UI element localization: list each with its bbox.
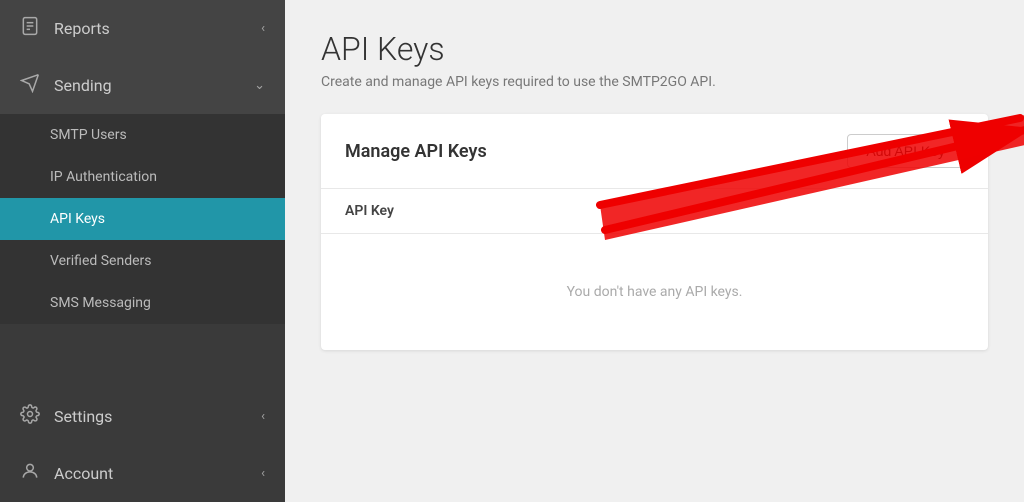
- sidebar-item-sending[interactable]: Sending ⌄: [0, 57, 285, 114]
- api-key-column-header: API Key: [345, 203, 394, 219]
- smtp-users-label: SMTP Users: [50, 127, 127, 143]
- sidebar-sending-label: Sending: [54, 76, 112, 95]
- sidebar-settings-label: Settings: [54, 407, 112, 426]
- sidebar-account-label: Account: [54, 464, 113, 483]
- sidebar-item-ip-authentication[interactable]: IP Authentication: [0, 156, 285, 198]
- table-header: API Key: [321, 189, 988, 234]
- account-icon: [20, 461, 40, 486]
- sidebar-item-sms-messaging[interactable]: SMS Messaging: [0, 282, 285, 324]
- sidebar-reports-label: Reports: [54, 19, 110, 38]
- sms-messaging-label: SMS Messaging: [50, 295, 151, 311]
- empty-message: You don't have any API keys.: [321, 234, 988, 350]
- sidebar: Reports ‹ Sending ⌄ SMTP Users IP Authen…: [0, 0, 285, 502]
- account-chevron: ‹: [261, 466, 265, 481]
- settings-icon: [20, 404, 40, 429]
- page-title: API Keys: [321, 30, 988, 68]
- verified-senders-label: Verified Senders: [50, 253, 152, 269]
- api-keys-card: Manage API Keys Add API Key API Key You …: [321, 114, 988, 350]
- reports-chevron: ‹: [261, 21, 265, 36]
- main-content: API Keys Create and manage API keys requ…: [285, 0, 1024, 502]
- sidebar-bottom: Settings ‹ Account ‹: [0, 388, 285, 502]
- sidebar-item-account[interactable]: Account ‹: [0, 445, 285, 502]
- card-header: Manage API Keys Add API Key: [321, 114, 988, 189]
- sidebar-item-settings[interactable]: Settings ‹: [0, 388, 285, 445]
- card-header-title: Manage API Keys: [345, 141, 487, 162]
- sidebar-item-reports[interactable]: Reports ‹: [0, 0, 285, 57]
- page-subtitle: Create and manage API keys required to u…: [321, 74, 988, 90]
- settings-chevron: ‹: [261, 409, 265, 424]
- sending-icon: [20, 73, 40, 98]
- sidebar-sending-subitems: SMTP Users IP Authentication API Keys Ve…: [0, 114, 285, 324]
- sidebar-item-smtp-users[interactable]: SMTP Users: [0, 114, 285, 156]
- sidebar-item-verified-senders[interactable]: Verified Senders: [0, 240, 285, 282]
- reports-icon: [20, 16, 40, 41]
- ip-auth-label: IP Authentication: [50, 169, 157, 185]
- api-keys-label: API Keys: [50, 211, 105, 227]
- sending-chevron: ⌄: [254, 78, 265, 93]
- sidebar-item-api-keys[interactable]: API Keys: [0, 198, 285, 240]
- add-api-key-button[interactable]: Add API Key: [847, 134, 964, 168]
